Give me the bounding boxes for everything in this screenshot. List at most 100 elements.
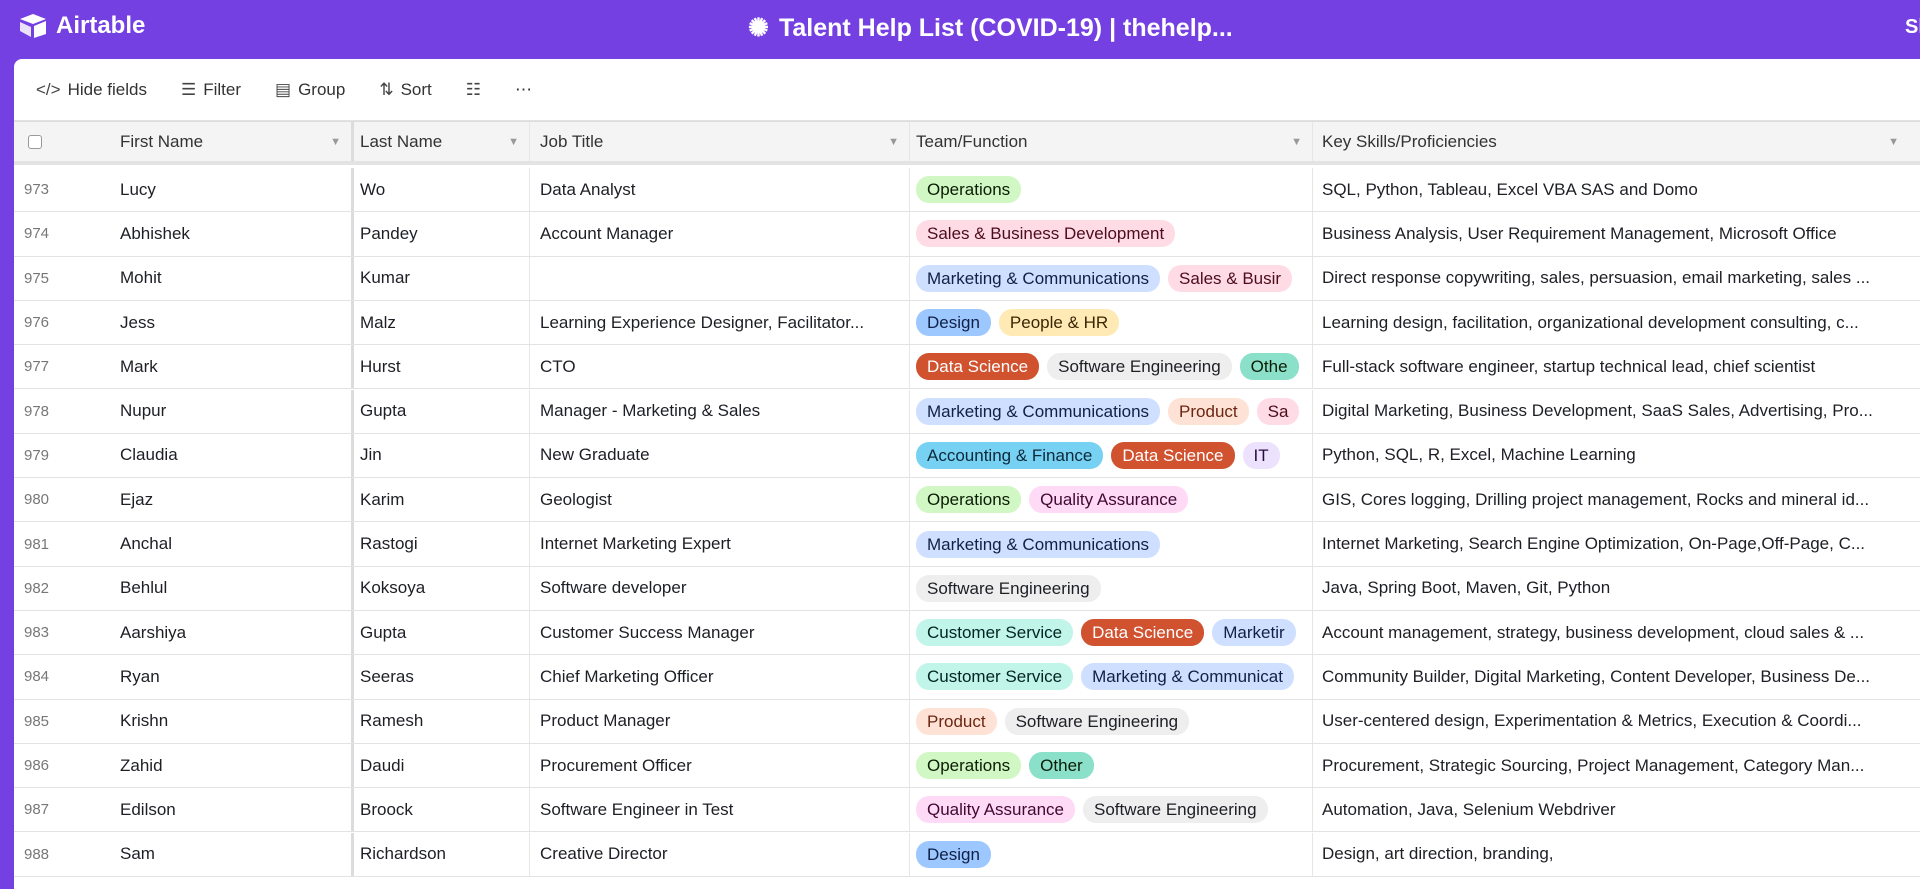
key-skills-cell[interactable]: Procurement, Strategic Sourcing, Project…	[1313, 744, 1920, 787]
table-row[interactable]: 978 Nupur Gupta Manager - Marketing & Sales…	[14, 389, 1920, 434]
team-function-cell[interactable]: Product Software Engineering	[910, 699, 1313, 743]
table-row[interactable]: 985 Krishn Ramesh Product Manager Product Sof…	[14, 699, 1920, 744]
last-name-cell[interactable]: Rastogi	[354, 522, 530, 566]
key-skills-cell[interactable]: User-centered design, Experimentation & …	[1313, 700, 1920, 743]
first-name-cell[interactable]: Abhishek	[110, 212, 354, 256]
column-header-team-function[interactable]: Team/Function ▼	[910, 122, 1313, 161]
key-skills-cell[interactable]: Python, SQL, R, Excel, Machine Learning	[1313, 434, 1920, 477]
first-name-cell[interactable]: Krishn	[110, 699, 354, 743]
last-name-cell[interactable]: Karim	[354, 478, 530, 522]
key-skills-cell[interactable]: Community Builder, Digital Marketing, Co…	[1313, 655, 1920, 698]
job-title-cell[interactable]: Geologist	[530, 478, 910, 522]
table-row[interactable]: 984 Ryan Seeras Chief Marketing Officer Cust…	[14, 655, 1920, 700]
first-name-cell[interactable]: Behlul	[110, 566, 354, 610]
team-function-cell[interactable]: Design	[910, 832, 1313, 876]
last-name-cell[interactable]: Jin	[354, 433, 530, 478]
job-title-cell[interactable]: Software developer	[530, 566, 910, 610]
filter-button[interactable]: ☰ Filter	[181, 80, 241, 100]
key-skills-cell[interactable]: Business Analysis, User Requirement Mana…	[1313, 212, 1920, 255]
job-title-cell[interactable]: Internet Marketing Expert	[530, 522, 910, 566]
chevron-down-icon[interactable]: ▼	[888, 136, 899, 148]
table-row[interactable]: 975 Mohit Kumar Marketing & Communications S…	[14, 256, 1920, 301]
first-name-cell[interactable]: Edilson	[110, 788, 354, 832]
table-row[interactable]: 983 Aarshiya Gupta Customer Success Manager…	[14, 611, 1920, 656]
airtable-logo[interactable]: Airtable	[18, 12, 145, 40]
key-skills-cell[interactable]: Full-stack software engineer, startup te…	[1313, 345, 1920, 388]
last-name-cell[interactable]: Pandey	[354, 212, 530, 256]
hide-fields-button[interactable]: </> Hide fields	[36, 80, 147, 100]
team-function-cell[interactable]: Marketing & Communications Product Sa	[910, 389, 1313, 433]
last-name-cell[interactable]: Richardson	[354, 832, 530, 876]
chevron-down-icon[interactable]: ▼	[330, 136, 341, 148]
chevron-down-icon[interactable]: ▼	[1888, 136, 1899, 148]
team-function-cell[interactable]: Operations	[910, 168, 1313, 212]
table-row[interactable]: 981 Anchal Rastogi Internet Marketing Exper…	[14, 522, 1920, 567]
first-name-cell[interactable]: Anchal	[110, 522, 354, 566]
column-header-key-skills[interactable]: Key Skills/Proficiencies ▼	[1313, 122, 1920, 161]
team-function-cell[interactable]: Accounting & Finance Data Science IT	[910, 433, 1313, 478]
team-function-cell[interactable]: Design People & HR	[910, 300, 1313, 345]
team-function-cell[interactable]: Software Engineering	[910, 566, 1313, 610]
last-name-cell[interactable]: Daudi	[354, 743, 530, 788]
first-name-cell[interactable]: Nupur	[110, 389, 354, 433]
table-row[interactable]: 976 Jess Malz Learning Experience Designer,…	[14, 300, 1920, 346]
team-function-cell[interactable]: Operations Quality Assurance	[910, 478, 1313, 522]
row-height-button[interactable]: ☷	[466, 80, 481, 100]
last-name-cell[interactable]: Seeras	[354, 655, 530, 699]
team-function-cell[interactable]: Marketing & Communications	[910, 522, 1313, 566]
more-button[interactable]: ⋯	[515, 80, 532, 100]
last-name-cell[interactable]: Kumar	[354, 256, 530, 300]
job-title-cell[interactable]: Account Manager	[530, 212, 910, 256]
team-function-cell[interactable]: Operations Other	[910, 743, 1313, 788]
first-name-cell[interactable]: Ejaz	[110, 478, 354, 522]
key-skills-cell[interactable]: Java, Spring Boot, Maven, Git, Python	[1313, 567, 1920, 610]
job-title-cell[interactable]: Learning Experience Designer, Facilitato…	[530, 300, 910, 345]
share-button[interactable]: Sh	[1905, 16, 1920, 39]
team-function-cell[interactable]: Quality Assurance Software Engineering	[910, 788, 1313, 832]
last-name-cell[interactable]: Ramesh	[354, 699, 530, 743]
table-row[interactable]: 980 Ejaz Karim Geologist Operations Quality A…	[14, 478, 1920, 523]
job-title-cell[interactable]: New Graduate	[530, 433, 910, 478]
key-skills-cell[interactable]: Account management, strategy, business d…	[1313, 611, 1920, 654]
first-name-cell[interactable]: Mark	[110, 345, 354, 389]
last-name-cell[interactable]: Malz	[354, 300, 530, 345]
last-name-cell[interactable]: Gupta	[354, 611, 530, 655]
base-title[interactable]: ✺ Talent Help List (COVID-19) | thehelp.…	[748, 13, 1233, 43]
last-name-cell[interactable]: Broock	[354, 788, 530, 832]
table-row[interactable]: 979 Claudia Jin New Graduate Accounting & Fi…	[14, 433, 1920, 479]
job-title-cell[interactable]: Procurement Officer	[530, 743, 910, 788]
key-skills-cell[interactable]: Learning design, facilitation, organizat…	[1313, 301, 1920, 344]
column-header-last-name[interactable]: Last Name ▼	[354, 122, 530, 161]
team-function-cell[interactable]: Data Science Software Engineering Othe	[910, 345, 1313, 389]
table-row[interactable]: 986 Zahid Daudi Procurement Officer Operatio…	[14, 743, 1920, 789]
first-name-cell[interactable]: Aarshiya	[110, 611, 354, 655]
job-title-cell[interactable]	[530, 256, 910, 300]
key-skills-cell[interactable]: Automation, Java, Selenium Webdriver	[1313, 788, 1920, 831]
select-all-checkbox[interactable]	[28, 134, 42, 149]
team-function-cell[interactable]: Customer Service Marketing & Communicat	[910, 655, 1313, 699]
column-header-job-title[interactable]: Job Title ▼	[530, 122, 910, 161]
team-function-cell[interactable]: Sales & Business Development	[910, 212, 1313, 256]
table-row[interactable]: 974 Abhishek Pandey Account Manager Sales & …	[14, 212, 1920, 257]
key-skills-cell[interactable]: SQL, Python, Tableau, Excel VBA SAS and …	[1313, 168, 1920, 211]
first-name-cell[interactable]: Ryan	[110, 655, 354, 699]
job-title-cell[interactable]: Software Engineer in Test	[530, 788, 910, 832]
team-function-cell[interactable]: Customer Service Data Science Marketir	[910, 611, 1313, 655]
chevron-down-icon[interactable]: ▼	[1291, 136, 1302, 148]
key-skills-cell[interactable]: Digital Marketing, Business Development,…	[1313, 390, 1920, 433]
first-name-cell[interactable]: Sam	[110, 832, 354, 876]
first-name-cell[interactable]: Mohit	[110, 256, 354, 300]
column-header-first-name[interactable]: First Name ▼	[110, 122, 354, 161]
last-name-cell[interactable]: Hurst	[354, 345, 530, 389]
job-title-cell[interactable]: Manager - Marketing & Sales	[530, 389, 910, 433]
first-name-cell[interactable]: Jess	[110, 300, 354, 345]
key-skills-cell[interactable]: GIS, Cores logging, Drilling project man…	[1313, 478, 1920, 521]
job-title-cell[interactable]: Data Analyst	[530, 168, 910, 212]
job-title-cell[interactable]: Chief Marketing Officer	[530, 655, 910, 699]
last-name-cell[interactable]: Gupta	[354, 389, 530, 433]
group-button[interactable]: ▤ Group	[275, 80, 345, 100]
first-name-cell[interactable]: Lucy	[110, 168, 354, 212]
first-name-cell[interactable]: Zahid	[110, 743, 354, 788]
job-title-cell[interactable]: CTO	[530, 345, 910, 389]
last-name-cell[interactable]: Koksoya	[354, 566, 530, 610]
